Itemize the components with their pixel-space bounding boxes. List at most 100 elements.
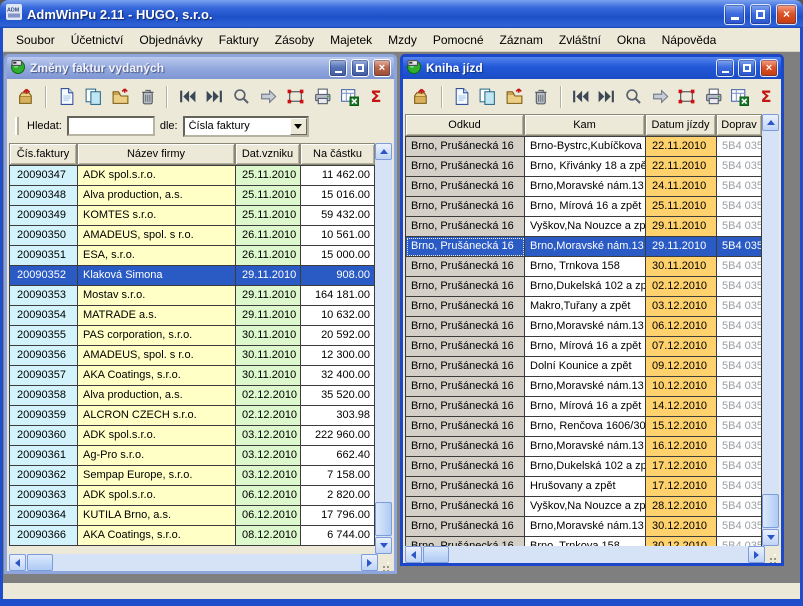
trip-row[interactable]: Brno, Prušánecká 16Brno,Dukelská 102 a z… [405,277,762,297]
filter-combobox[interactable]: Čísla faktury [183,116,309,137]
search-icon[interactable] [228,84,254,110]
trip-row[interactable]: Brno, Prušánecká 16Brno-Bystrc,Kubíčkova… [405,137,762,157]
trip-row[interactable]: Brno, Prušánecká 16Makro,Tuřany a zpět03… [405,297,762,317]
scrollbar-thumb[interactable] [27,554,53,571]
last-record-icon[interactable] [594,84,620,110]
invoice-row[interactable]: 20090352Klaková Simona29.11.2010908.00 [9,266,375,286]
maximize-button[interactable] [750,4,771,25]
minimize-button[interactable] [724,4,745,25]
column-header[interactable]: Datum jízdy [645,114,716,136]
menu-item-zasoby[interactable]: Zásoby [267,30,322,50]
menu-item-faktury[interactable]: Faktury [211,30,267,50]
scrollbar-thumb[interactable] [423,546,449,563]
invoices-minimize-button[interactable] [329,59,347,77]
trip-row[interactable]: Brno, Prušánecká 16Brno, Trnkova 15830.1… [405,257,762,277]
trip-row[interactable]: Brno, Prušánecká 16Vyškov,Na Nouzce a zp… [405,497,762,517]
open-record-icon[interactable] [502,84,528,110]
select-columns-icon[interactable] [674,84,700,110]
exit-icon[interactable] [13,84,39,110]
invoices-vertical-scrollbar[interactable] [375,143,392,554]
invoice-row[interactable]: 20090358Alva production, a.s.02.12.20103… [9,386,375,406]
column-header[interactable]: Kam [524,114,645,136]
trip-row[interactable]: Brno, Prušánecká 16Brno, Renčova 1606/30… [405,417,762,437]
menu-item-okna[interactable]: Okna [609,30,654,50]
invoice-row[interactable]: 20090351ESA, s.r.o.26.11.201015 000.00 [9,246,375,266]
invoice-row[interactable]: 20090359ALCRON CZECH s.r.o.02.12.2010303… [9,406,375,426]
column-header[interactable]: Dat.vzniku [235,143,300,165]
trips-horizontal-scrollbar[interactable] [405,546,765,563]
trip-row[interactable]: Brno, Prušánecká 16Dolní Kounice a zpět0… [405,357,762,377]
sum-icon[interactable]: Σ [363,84,389,110]
invoice-row[interactable]: 20090349KOMTES s.r.o.25.11.201059 432.00 [9,206,375,226]
menu-item-zvlastni[interactable]: Zvláštní [551,30,609,50]
scroll-down-icon[interactable] [762,529,779,546]
invoice-row[interactable]: 20090357AKA Coatings, s.r.o.30.11.201032… [9,366,375,386]
trip-row[interactable]: Brno, Prušánecká 16Brno,Moravské nám.13 … [405,237,762,257]
column-header[interactable]: Doprav [716,114,762,136]
column-header[interactable]: Na částku [300,143,375,165]
go-to-icon[interactable] [255,84,281,110]
first-record-icon[interactable] [174,84,200,110]
exit-icon[interactable] [409,84,435,110]
print-icon[interactable] [309,84,335,110]
copy-record-icon[interactable] [80,84,106,110]
trip-row[interactable]: Brno, Prušánecká 16Brno, Trnkova 15830.1… [405,537,762,546]
menu-item-zaznam[interactable]: Záznam [492,30,551,50]
go-to-icon[interactable] [647,84,673,110]
trip-row[interactable]: Brno, Prušánecká 16Brno, Mírová 16 a zpě… [405,397,762,417]
invoice-row[interactable]: 20090362Sempap Europe, s.r.o.03.12.20107… [9,466,375,486]
trip-row[interactable]: Brno, Prušánecká 16Brno,Moravské nám.13 … [405,177,762,197]
trip-row[interactable]: Brno, Prušánecká 16Hrušovany a zpět17.12… [405,477,762,497]
column-header[interactable]: Čís.faktury [9,143,77,165]
scroll-up-icon[interactable] [375,143,392,160]
trip-row[interactable]: Brno, Prušánecká 16Vyškov,Na Nouzce a zp… [405,217,762,237]
invoices-maximize-button[interactable] [351,59,369,77]
menu-item-mzdy[interactable]: Mzdy [380,30,425,50]
trip-row[interactable]: Brno, Prušánecká 16Brno,Dukelská 102 a z… [405,457,762,477]
trips-vertical-scrollbar[interactable] [762,114,779,546]
invoices-titlebar[interactable]: Změny faktur vydaných × [7,57,394,79]
trips-close-button[interactable]: × [760,59,778,77]
invoice-row[interactable]: 20090356AMADEUS, spol. s r.o.30.11.20101… [9,346,375,366]
open-record-icon[interactable] [107,84,133,110]
scrollbar-thumb[interactable] [762,494,779,528]
invoice-row[interactable]: 20090347ADK spol.s.r.o.25.11.201011 462.… [9,166,375,186]
trip-row[interactable]: Brno, Prušánecká 16Brno,Moravské nám.13 … [405,437,762,457]
scroll-left-icon[interactable] [9,554,26,571]
invoice-row[interactable]: 20090353Mostav s.r.o.29.11.2010164 181.0… [9,286,375,306]
invoice-row[interactable]: 20090366AKA Coatings, s.r.o.08.12.20106 … [9,526,375,546]
resize-grip[interactable] [765,546,779,563]
export-excel-icon[interactable] [336,84,362,110]
last-record-icon[interactable] [201,84,227,110]
export-excel-icon[interactable] [727,84,753,110]
search-input[interactable] [67,116,155,136]
new-record-icon[interactable] [449,84,475,110]
close-button[interactable]: × [776,4,797,25]
invoice-row[interactable]: 20090364KUTILA Brno, a.s.06.12.201017 79… [9,506,375,526]
combobox-dropdown-button[interactable] [290,118,307,135]
print-icon[interactable] [700,84,726,110]
trip-row[interactable]: Brno, Prušánecká 16Brno,Moravské nám.13 … [405,317,762,337]
trip-row[interactable]: Brno, Prušánecká 16Brno,Moravské nám.13 … [405,517,762,537]
trip-row[interactable]: Brno, Prušánecká 16Brno,Moravské nám.13 … [405,377,762,397]
trips-minimize-button[interactable] [716,59,734,77]
copy-record-icon[interactable] [475,84,501,110]
trip-row[interactable]: Brno, Prušánecká 16Brno, Křivánky 18 a z… [405,157,762,177]
invoice-row[interactable]: 20090363ADK spol.s.r.o.06.12.20102 820.0… [9,486,375,506]
delete-record-icon[interactable] [528,84,554,110]
select-columns-icon[interactable] [282,84,308,110]
scroll-left-icon[interactable] [405,546,422,563]
invoice-row[interactable]: 20090350AMADEUS, spol. s r.o.26.11.20101… [9,226,375,246]
trips-maximize-button[interactable] [738,59,756,77]
scroll-down-icon[interactable] [375,537,392,554]
menu-item-napoveda[interactable]: Nápověda [654,30,725,50]
menu-item-majetek[interactable]: Majetek [322,30,380,50]
scrollbar-thumb[interactable] [375,502,392,536]
invoice-row[interactable]: 20090355PAS corporation, s.r.o.30.11.201… [9,326,375,346]
trip-row[interactable]: Brno, Prušánecká 16Brno, Mírová 16 a zpě… [405,197,762,217]
trip-row[interactable]: Brno, Prušánecká 16Brno, Mírová 16 a zpě… [405,337,762,357]
menu-item-ucetnictvi[interactable]: Účetnictví [63,30,132,50]
menu-item-objednavky[interactable]: Objednávky [131,30,210,50]
search-icon[interactable] [621,84,647,110]
scroll-up-icon[interactable] [762,114,779,131]
